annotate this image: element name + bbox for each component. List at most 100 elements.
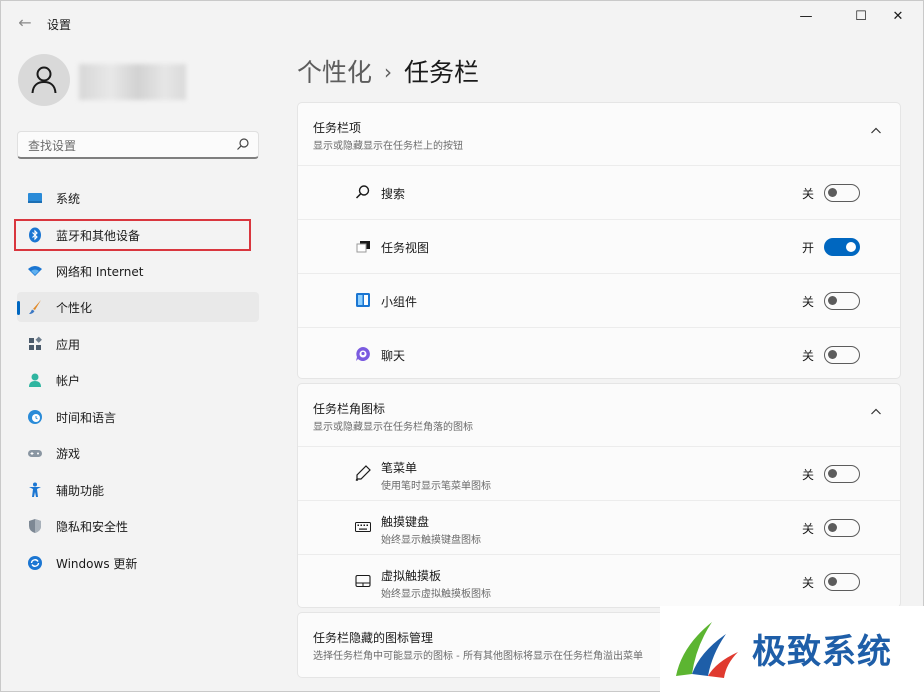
user-icon [31,66,57,94]
nav-item-network[interactable]: 网络和 Internet [17,256,259,286]
section-subtitle: 显示或隐藏显示在任务栏角落的图标 [313,422,473,433]
watermark-text: 极致系统 [752,632,892,672]
section-header[interactable]: 任务栏项 显示或隐藏显示在任务栏上的按钮 [298,103,900,163]
setting-description: 使用笔时显示笔菜单图标 [381,481,491,492]
setting-row-search: 搜索 关 [298,165,900,220]
setting-description: 始终显示虚拟触摸板图标 [381,589,491,600]
chevron-up-icon[interactable] [870,406,882,418]
nav-item-personalization[interactable]: 个性化 [17,292,259,322]
accessibility-icon [29,482,41,497]
toggle-state-text: 关 [801,295,814,309]
watermark-logo-icon [676,622,738,678]
setting-label: 小组件 [381,295,418,309]
section-title: 任务栏项 [313,121,362,135]
widgets-icon [356,293,370,307]
section-header[interactable]: 任务栏角图标 显示或隐藏显示在任务栏角落的图标 [298,384,900,444]
system-monitor-icon [28,193,42,203]
nav-label: 帐户 [56,374,81,388]
toggle-switch[interactable] [824,346,860,364]
shield-icon [29,519,41,533]
section-subtitle: 显示或隐藏显示在任务栏上的按钮 [313,141,463,152]
section-taskbar-corner-icons: 任务栏角图标 显示或隐藏显示在任务栏角落的图标 笔菜单 使用笔时显示笔菜单图标 … [297,383,901,608]
pen-icon [355,465,371,481]
setting-label: 搜索 [381,187,406,201]
setting-label: 聊天 [381,349,406,363]
watermark: 极致系统 [660,606,924,692]
search-icon [237,138,249,150]
close-button[interactable]: ✕ [881,7,915,27]
settings-window: ← 设置 — ☐ ✕ 系统 蓝牙和其他设备 网络和 Internet 个性化 应… [0,0,924,692]
app-title: 设置 [47,18,72,32]
section-subtitle: 选择任务栏角中可能显示的图标 - 所有其他图标将显示在任务栏角溢出菜单 [313,651,643,662]
back-arrow-icon[interactable]: ← [15,13,35,33]
chat-icon [356,347,370,361]
nav-label: 辅助功能 [56,484,105,498]
setting-label: 触摸键盘 [381,515,430,529]
nav-item-apps[interactable]: 应用 [17,329,259,359]
nav-item-accessibility[interactable]: 辅助功能 [17,475,259,505]
nav-item-accounts[interactable]: 帐户 [17,365,259,395]
wifi-icon [28,266,42,276]
toggle-state-text: 关 [801,187,814,201]
toggle-switch[interactable] [824,519,860,537]
avatar[interactable] [18,54,70,106]
nav-label: Windows 更新 [56,557,138,571]
nav-item-privacy[interactable]: 隐私和安全性 [17,511,259,541]
highlight-box [14,219,251,251]
brush-icon [29,300,41,314]
setting-row-pen-menu: 笔菜单 使用笔时显示笔菜单图标 关 [298,446,900,501]
toggle-switch[interactable] [824,292,860,310]
minimize-button[interactable]: — [789,7,823,27]
nav-label: 系统 [56,192,81,206]
nav-label: 时间和语言 [56,411,117,425]
blurred-user-name [79,64,186,100]
toggle-state-text: 关 [801,468,814,482]
toggle-state-text: 关 [801,576,814,590]
maximize-button[interactable]: ☐ [844,7,878,27]
title-bar: ← 设置 — ☐ ✕ [1,1,923,45]
update-icon [28,556,42,570]
nav-label: 隐私和安全性 [56,520,129,534]
chevron-up-icon[interactable] [870,125,882,137]
nav-item-time-language[interactable]: 时间和语言 [17,402,259,432]
gamepad-icon [28,450,42,457]
nav-item-system[interactable]: 系统 [17,183,259,213]
toggle-switch[interactable] [824,465,860,483]
account-icon [29,373,41,387]
setting-row-task-view: 任务视图 开 [298,219,900,274]
apps-icon [29,336,42,350]
search-icon [355,185,370,199]
toggle-switch[interactable] [824,184,860,202]
toggle-state-text: 开 [801,241,814,255]
toggle-switch[interactable] [824,573,860,591]
search-box[interactable] [17,131,259,159]
section-title: 任务栏隐藏的图标管理 [313,631,434,645]
toggle-state-text: 关 [801,522,814,536]
setting-row-touch-keyboard: 触摸键盘 始终显示触摸键盘图标 关 [298,500,900,555]
globe-clock-icon [28,410,42,424]
section-title: 任务栏角图标 [313,402,386,416]
section-taskbar-items: 任务栏项 显示或隐藏显示在任务栏上的按钮 搜索 关 任务视图 开 小组件 关 聊… [297,102,901,379]
nav-label: 个性化 [56,301,93,315]
touchpad-icon [355,574,371,588]
nav-label: 游戏 [56,447,81,461]
setting-label: 虚拟触摸板 [381,569,442,583]
toggle-state-text: 关 [801,349,814,363]
page-title: 任务栏 [404,58,480,87]
setting-description: 始终显示触摸键盘图标 [381,535,481,546]
search-input[interactable] [26,136,230,156]
breadcrumb-separator: › [384,60,393,84]
nav-item-windows-update[interactable]: Windows 更新 [17,548,259,578]
breadcrumb-parent[interactable]: 个性化 [297,58,372,87]
setting-row-chat: 聊天 关 [298,327,900,380]
keyboard-icon [355,522,371,532]
setting-row-virtual-touchpad: 虚拟触摸板 始终显示虚拟触摸板图标 关 [298,554,900,609]
breadcrumb: 个性化 › 任务栏 [297,53,479,89]
task-view-icon [356,241,370,253]
toggle-switch[interactable] [824,238,860,256]
nav-label: 网络和 Internet [56,265,144,279]
nav-label: 应用 [56,338,81,352]
setting-label: 任务视图 [381,241,430,255]
setting-row-widgets: 小组件 关 [298,273,900,328]
nav-item-gaming[interactable]: 游戏 [17,438,259,468]
